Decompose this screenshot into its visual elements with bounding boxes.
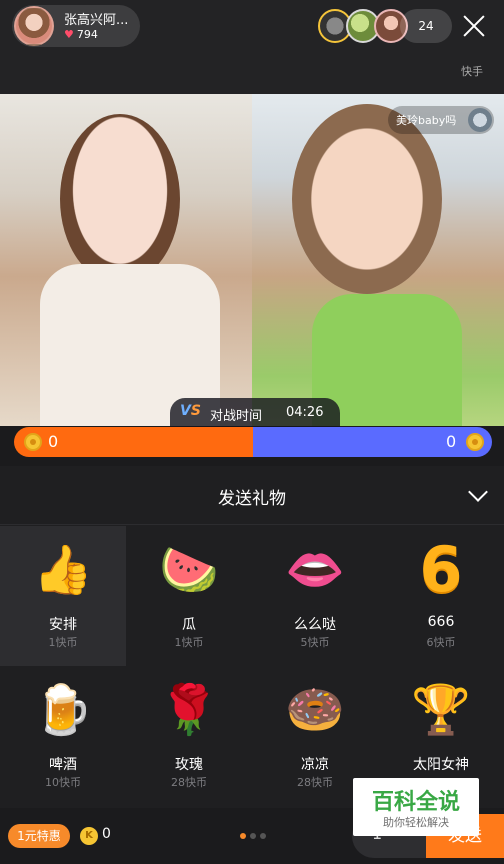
gift-price: 1快币 (174, 636, 204, 649)
beer-icon: 🍺 (33, 682, 93, 738)
gift-item[interactable]: 🍉 瓜 1快币 (126, 526, 252, 666)
partner-avatar[interactable] (468, 108, 492, 132)
gift-name: 么么哒 (294, 617, 336, 633)
page-dot (260, 833, 266, 839)
gift-item[interactable]: 👄 么么哒 5快币 (252, 526, 378, 666)
viewer-count[interactable]: 24 (400, 9, 452, 43)
gift-price: 10快币 (45, 776, 81, 789)
gift-price: 5快币 (300, 636, 330, 649)
thumbs-up-icon: 👍 (33, 542, 93, 598)
coin-icon (466, 433, 484, 451)
partner-name: 美玲baby吗 (396, 114, 457, 127)
score-left: 0 (48, 432, 59, 451)
rose-icon: 🌹 (159, 682, 219, 738)
heart-icon: ♥ (64, 28, 74, 41)
gift-name: 玫瑰 (175, 757, 203, 773)
gift-name: 666 (427, 614, 455, 630)
k-coin-icon: K (80, 827, 98, 845)
host-video (0, 94, 252, 426)
gift-name: 瓜 (182, 617, 196, 633)
gift-item[interactable]: 6 666 6快币 (378, 526, 504, 666)
vs-icon: VS (180, 403, 201, 419)
gift-item[interactable]: 🌹 玫瑰 28快币 (126, 666, 252, 806)
partner-video (252, 94, 504, 426)
gift-panel-title: 发送礼物 (218, 489, 286, 509)
brand-logo: 快手 (461, 65, 483, 78)
ring-candy-icon: 🍩 (285, 682, 345, 738)
promo-badge[interactable]: 1元特惠 (8, 824, 70, 848)
battle-label: 对战时间 (210, 409, 263, 424)
host-likes: ♥ 794 (64, 28, 98, 41)
likes-count: 794 (76, 28, 98, 41)
gift-price: 6快币 (426, 636, 456, 649)
score-right: 0 (446, 432, 457, 451)
six-icon: 6 (419, 533, 463, 606)
close-icon[interactable] (458, 10, 490, 42)
coin-icon (24, 433, 42, 451)
gift-name: 凉凉 (301, 757, 329, 773)
score-bar (14, 427, 492, 457)
sun-trophy-icon: 🏆 (411, 682, 471, 738)
watermark-subtitle: 助你轻松解决 (383, 816, 449, 829)
host-face (60, 114, 180, 284)
page-dot (250, 833, 256, 839)
gift-name: 安排 (49, 617, 77, 633)
gift-name: 太阳女神 (413, 757, 469, 773)
page-indicator (240, 833, 268, 839)
gift-item[interactable]: 🍺 啤酒 10快币 (0, 666, 126, 806)
divider (0, 524, 504, 525)
gift-name: 啤酒 (49, 757, 77, 773)
battle-time: 04:26 (286, 405, 324, 420)
page-dot-active (240, 833, 246, 839)
lips-icon: 👄 (285, 542, 345, 598)
host-name: 张高兴阿... (64, 13, 129, 28)
watermark-title: 百科全说 (371, 790, 460, 815)
gift-price: 1快币 (48, 636, 78, 649)
gift-item[interactable]: 👍 安排 1快币 (0, 526, 126, 666)
chevron-down-icon[interactable] (468, 488, 488, 502)
host-avatar[interactable] (14, 6, 54, 46)
coin-balance: 0 (102, 826, 111, 842)
watermelon-icon: 🍉 (159, 542, 219, 598)
gift-price: 28快币 (171, 776, 207, 789)
